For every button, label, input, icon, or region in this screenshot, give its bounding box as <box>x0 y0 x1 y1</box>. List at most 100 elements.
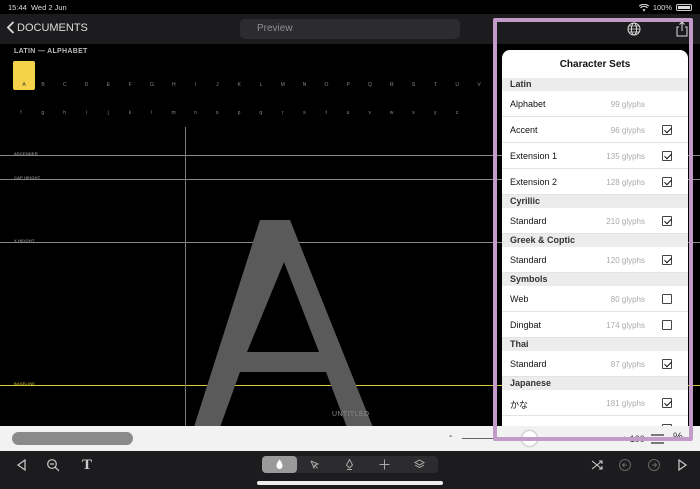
glyph-cell[interactable]: x <box>408 110 418 116</box>
glyph-cell[interactable]: H <box>169 82 179 88</box>
character-set-row[interactable]: Accent 96 glyphs <box>502 117 688 143</box>
glyph-cell[interactable]: i <box>81 110 91 116</box>
brush-tool-icon[interactable] <box>262 456 297 473</box>
include-checkbox[interactable] <box>662 125 672 135</box>
glyph-cell[interactable]: P <box>343 82 353 88</box>
glyph-cell[interactable]: M <box>278 82 288 88</box>
glyph-cell[interactable]: u <box>343 110 353 116</box>
glyph-cell[interactable]: r <box>278 110 288 116</box>
character-set-row[interactable]: Standard 210 glyphs <box>502 208 688 234</box>
include-checkbox[interactable] <box>662 151 672 161</box>
glyph-cell[interactable]: t <box>321 110 331 116</box>
preview-field[interactable]: Preview <box>240 19 460 39</box>
character-set-row[interactable]: Standard 87 glyphs <box>502 351 688 377</box>
glyph-cell[interactable]: J <box>212 82 222 88</box>
back-to-documents-button[interactable]: DOCUMENTS <box>6 21 88 34</box>
character-set-row[interactable]: Standard 120 glyphs <box>502 247 688 273</box>
glyph-cell[interactable]: O <box>321 82 331 88</box>
glyph-cell[interactable]: h <box>60 110 70 116</box>
include-checkbox[interactable] <box>662 320 672 330</box>
glyph-cell[interactable]: k <box>125 110 135 116</box>
include-checkbox[interactable] <box>662 294 672 304</box>
zoom-out-label: - <box>449 431 453 442</box>
glyph-cell[interactable]: B <box>38 82 48 88</box>
character-set-list: Latin Alphabet 99 glyphs Accent 96 glyphs Ext… <box>502 78 688 426</box>
glyph-cell[interactable]: j <box>103 110 113 116</box>
glyph-cell[interactable]: D <box>82 82 92 88</box>
include-checkbox[interactable] <box>662 255 672 265</box>
pen-tool-icon[interactable] <box>332 456 367 473</box>
glyph-cell[interactable]: p <box>234 110 244 116</box>
include-checkbox[interactable] <box>662 398 672 408</box>
glyph-count: 99 glyphs <box>610 100 645 109</box>
include-checkbox[interactable] <box>662 216 672 226</box>
glyph-cell[interactable]: q <box>256 110 266 116</box>
glyph-cell[interactable]: y <box>430 110 440 116</box>
glyph-cell[interactable]: K <box>234 82 244 88</box>
character-set-row[interactable]: Alphabet 99 glyphs <box>502 91 688 117</box>
glyph-cell[interactable]: f <box>16 110 26 116</box>
layers-icon[interactable] <box>402 456 437 473</box>
zoom-slider-track[interactable] <box>462 438 612 439</box>
glyph-cell[interactable]: o <box>212 110 222 116</box>
glyph-scroller[interactable] <box>12 432 133 445</box>
glyph-cell[interactable]: L <box>256 82 266 88</box>
zoom-icon[interactable] <box>43 457 63 473</box>
back-button-label: DOCUMENTS <box>17 21 88 34</box>
glyph-cell[interactable]: E <box>103 82 113 88</box>
character-set-name: Web <box>510 294 529 304</box>
percent-icon[interactable]: % <box>673 431 683 443</box>
glyph-count: 210 glyphs <box>606 217 645 226</box>
glyph-cell[interactable]: z <box>452 110 462 116</box>
character-set-row[interactable]: かな 181 glyphs <box>502 390 688 416</box>
include-checkbox[interactable] <box>662 424 672 426</box>
play-icon[interactable] <box>672 457 692 473</box>
share-icon[interactable] <box>674 21 690 37</box>
glyph-cell[interactable]: C <box>60 82 70 88</box>
group-header: Thai <box>502 338 688 351</box>
glyph-cell[interactable]: l <box>147 110 157 116</box>
glyph-cell[interactable]: G <box>147 82 157 88</box>
character-set-row[interactable]: Dingbat 174 glyphs <box>502 312 688 338</box>
bottom-control-strip: - + 100 % <box>0 426 700 451</box>
undo-icon[interactable] <box>615 457 635 473</box>
status-right: 100% <box>638 3 692 12</box>
glyph-cell[interactable]: S <box>409 82 419 88</box>
character-set-row[interactable]: Extension 1 135 glyphs <box>502 143 688 169</box>
glyph-cell[interactable]: R <box>387 82 397 88</box>
section-title: LATIN — ALPHABET <box>14 48 88 55</box>
menu-icon[interactable] <box>651 434 664 444</box>
move-tool-icon[interactable] <box>367 456 402 473</box>
selected-glyph-cell[interactable]: A <box>13 61 35 90</box>
glyph-cell[interactable]: s <box>299 110 309 116</box>
glyph-cell[interactable]: U <box>452 82 462 88</box>
include-checkbox[interactable] <box>662 177 672 187</box>
glyph-count: 96 glyphs <box>610 126 645 135</box>
x-height-label: X HEIGHT <box>14 238 35 243</box>
chevron-left-icon <box>6 21 15 34</box>
glyph-cell[interactable]: n <box>190 110 200 116</box>
glyph-cell[interactable]: T <box>430 82 440 88</box>
glyph-cell[interactable]: v <box>365 110 375 116</box>
character-set-row[interactable]: Web 80 glyphs <box>502 286 688 312</box>
glyph-cell[interactable]: m <box>169 110 179 116</box>
glyph-cell[interactable]: g <box>38 110 48 116</box>
character-set-row[interactable]: Extension 2 128 glyphs <box>502 169 688 195</box>
text-tool-icon[interactable]: T <box>77 457 97 473</box>
globe-icon[interactable] <box>626 21 642 37</box>
redo-icon[interactable] <box>644 457 664 473</box>
play-back-icon[interactable] <box>12 457 32 473</box>
character-set-name: かな <box>510 400 529 410</box>
glyph-cell[interactable]: F <box>125 82 135 88</box>
glyph-cell[interactable]: V <box>474 82 484 88</box>
glyph-cell[interactable]: Q <box>365 82 375 88</box>
include-checkbox[interactable] <box>662 359 672 369</box>
pointer-tool-icon[interactable] <box>297 456 332 473</box>
character-set-row[interactable] <box>502 416 688 426</box>
glyph-cell[interactable]: I <box>191 82 201 88</box>
glyph-cell[interactable]: N <box>300 82 310 88</box>
glyph-preview-a[interactable] <box>188 220 378 430</box>
zoom-slider-knob[interactable] <box>522 431 537 446</box>
glyph-cell[interactable]: w <box>387 110 397 116</box>
shuffle-icon[interactable] <box>587 457 607 473</box>
